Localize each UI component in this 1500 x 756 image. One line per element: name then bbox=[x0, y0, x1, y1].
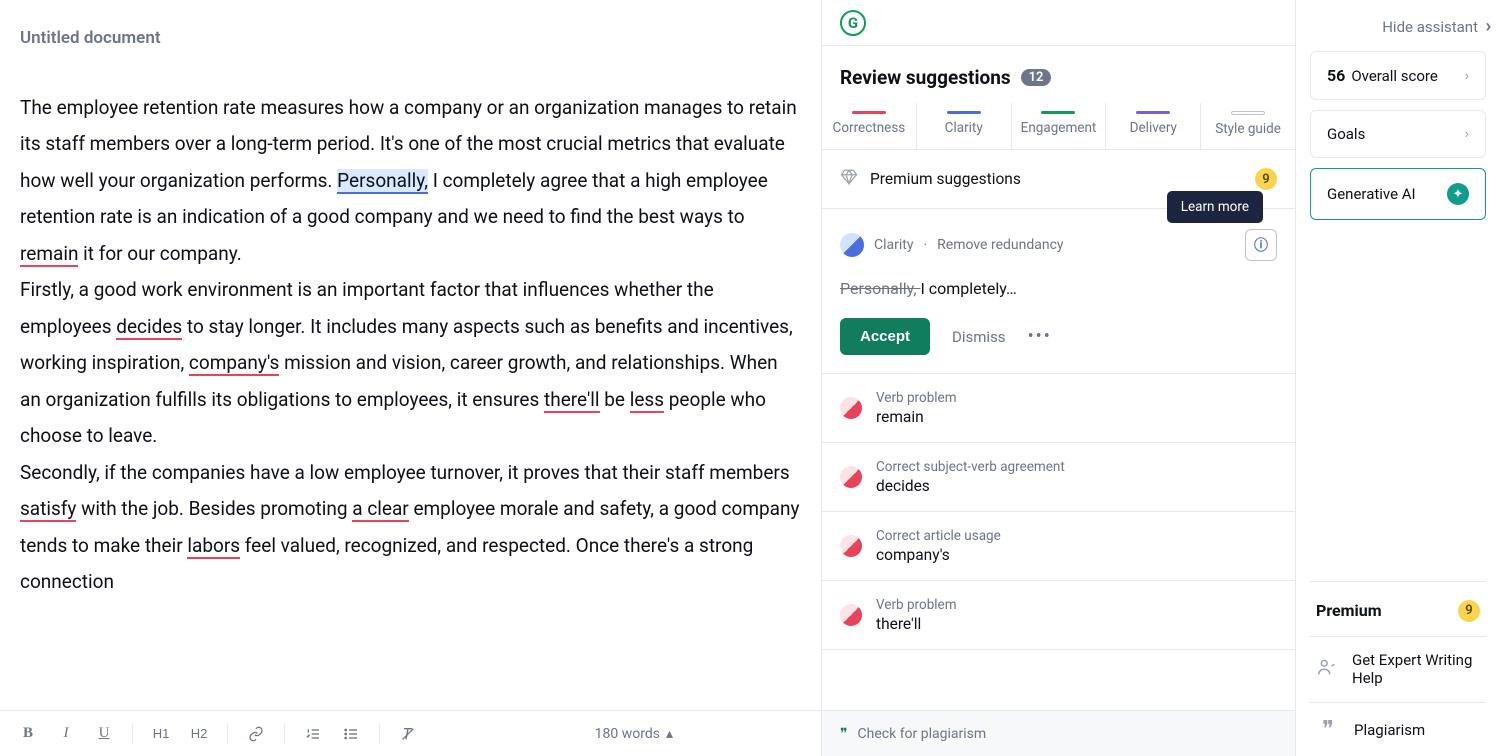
review-suggestions-title: Review suggestions bbox=[840, 66, 1011, 89]
toolbar-separator bbox=[227, 724, 228, 744]
suggestion-item-type: Verb problem bbox=[876, 390, 957, 406]
error-word-a-clear[interactable]: a clear bbox=[352, 497, 408, 522]
numbered-list-icon bbox=[305, 726, 321, 742]
clear-format-icon bbox=[400, 726, 416, 742]
toolbar-separator bbox=[379, 724, 380, 744]
suggestion-category: Clarity bbox=[874, 237, 913, 253]
chevron-right-icon: › bbox=[1465, 68, 1469, 84]
bullet-list-button[interactable] bbox=[341, 724, 361, 744]
suggestion-item-type: Correct article usage bbox=[876, 528, 1001, 544]
suggestion-item[interactable]: Verb problem remain bbox=[822, 374, 1295, 443]
goals-label: Goals bbox=[1327, 125, 1365, 143]
toolbar-separator bbox=[132, 724, 133, 744]
overall-score-label: Overall score bbox=[1351, 67, 1437, 85]
suggestion-item[interactable]: Correct subject-verb agreement decides bbox=[822, 443, 1295, 512]
numbered-list-button[interactable] bbox=[303, 724, 323, 744]
generative-ai-card[interactable]: Generative AI ✦ bbox=[1310, 168, 1486, 220]
grammarly-logo: G bbox=[840, 10, 866, 36]
check-plagiarism-button[interactable]: ❞ Check for plagiarism bbox=[822, 710, 1295, 756]
error-word-remain[interactable]: remain bbox=[20, 242, 78, 267]
link-button[interactable] bbox=[246, 724, 266, 744]
suggestion-after-text: I completely… bbox=[920, 279, 1016, 298]
link-icon bbox=[248, 726, 264, 742]
plagiarism-link[interactable]: ❞ Plagiarism bbox=[1310, 703, 1486, 756]
clear-format-button[interactable] bbox=[398, 724, 418, 744]
suggestion-item-word: there'll bbox=[876, 615, 957, 633]
suggestions-count-badge: 12 bbox=[1021, 69, 1052, 86]
person-icon bbox=[1316, 656, 1338, 683]
suggestion-type: Remove redundancy bbox=[937, 237, 1063, 253]
expanded-suggestion: Learn more Clarity · Remove redundancy ⓘ… bbox=[822, 209, 1295, 374]
h1-button[interactable]: H1 bbox=[151, 724, 171, 744]
learn-more-tooltip: Learn more bbox=[1167, 191, 1263, 223]
premium-suggestions-label: Premium suggestions bbox=[870, 170, 1021, 188]
tab-style-guide[interactable]: Style guide bbox=[1201, 103, 1295, 149]
body-text: be bbox=[600, 388, 630, 411]
suggestion-item-type: Correct subject-verb agreement bbox=[876, 459, 1065, 475]
premium-count-badge: 9 bbox=[1458, 600, 1480, 622]
expert-help-label: Get Expert Writing Help bbox=[1352, 651, 1480, 689]
correctness-dot-icon bbox=[840, 466, 862, 488]
suggestion-item[interactable]: Verb problem there'll bbox=[822, 581, 1295, 650]
error-word-companys[interactable]: company's bbox=[189, 351, 279, 376]
hide-assistant-button[interactable]: Hide assistant ›› bbox=[1310, 16, 1486, 37]
toolbar-separator bbox=[284, 724, 285, 744]
premium-label: Premium bbox=[1316, 601, 1382, 620]
correctness-dot-icon bbox=[840, 535, 862, 557]
quote-icon: ❞ bbox=[1316, 717, 1340, 742]
overall-score-card[interactable]: 56 Overall score › bbox=[1310, 51, 1486, 100]
error-word-therell[interactable]: there'll bbox=[544, 388, 600, 413]
body-text: with the job. Besides promoting bbox=[76, 497, 352, 520]
underline-button[interactable]: U bbox=[94, 724, 114, 744]
ai-lightbulb-icon: ✦ bbox=[1447, 183, 1469, 205]
word-count-text: 180 words bbox=[595, 726, 660, 742]
goals-card[interactable]: Goals › bbox=[1310, 110, 1486, 158]
chevron-right-icon: › bbox=[1465, 126, 1469, 142]
correctness-dot-icon bbox=[840, 604, 862, 626]
h2-button[interactable]: H2 bbox=[189, 724, 209, 744]
generative-ai-label: Generative AI bbox=[1327, 185, 1416, 203]
suggestion-item-type: Verb problem bbox=[876, 597, 957, 613]
tab-correctness[interactable]: Correctness bbox=[822, 103, 917, 149]
premium-suggestions-count: 9 bbox=[1255, 168, 1277, 190]
suggestion-item-word: remain bbox=[876, 408, 957, 426]
chevron-up-icon: ▴ bbox=[666, 726, 673, 742]
word-count[interactable]: 180 words ▴ bbox=[595, 726, 673, 742]
tab-clarity[interactable]: Clarity bbox=[917, 103, 1012, 149]
expert-help-link[interactable]: Get Expert Writing Help bbox=[1310, 637, 1486, 703]
error-word-labors[interactable]: labors bbox=[187, 534, 240, 559]
body-text: it for our company. bbox=[78, 242, 241, 265]
bullet-list-icon bbox=[343, 726, 359, 742]
overall-score-number: 56 bbox=[1327, 66, 1345, 85]
error-word-decides[interactable]: decides bbox=[116, 315, 182, 340]
clarity-dot-icon bbox=[840, 233, 864, 257]
document-body[interactable]: The employee retention rate measures how… bbox=[20, 90, 801, 601]
meta-dot: · bbox=[923, 237, 927, 253]
quote-icon: ❞ bbox=[840, 726, 848, 742]
suggestion-item[interactable]: Correct article usage company's bbox=[822, 512, 1295, 581]
suggestion-strike-text: Personally, bbox=[840, 279, 920, 298]
check-plagiarism-label: Check for plagiarism bbox=[858, 726, 987, 742]
hide-assistant-label: Hide assistant bbox=[1382, 18, 1478, 36]
learn-more-button[interactable]: ⓘ bbox=[1245, 229, 1277, 261]
premium-section[interactable]: Premium 9 bbox=[1316, 600, 1480, 622]
plagiarism-label: Plagiarism bbox=[1354, 721, 1425, 739]
dismiss-button[interactable]: Dismiss bbox=[952, 328, 1006, 346]
tab-engagement[interactable]: Engagement bbox=[1012, 103, 1107, 149]
diamond-icon bbox=[840, 168, 858, 190]
bold-button[interactable]: B bbox=[18, 724, 38, 744]
highlighted-word-personally[interactable]: Personally, bbox=[337, 169, 428, 194]
more-options-button[interactable]: ••• bbox=[1028, 326, 1052, 347]
accept-button[interactable]: Accept bbox=[840, 318, 930, 355]
document-title[interactable]: Untitled document bbox=[20, 28, 801, 48]
suggestion-item-word: decides bbox=[876, 477, 1065, 495]
suggestion-item-word: company's bbox=[876, 546, 1001, 564]
error-word-satisfy[interactable]: satisfy bbox=[20, 497, 76, 522]
error-word-less[interactable]: less bbox=[630, 388, 664, 413]
italic-button[interactable]: I bbox=[56, 724, 76, 744]
body-text: Secondly, if the companies have a low em… bbox=[20, 461, 790, 484]
tab-delivery[interactable]: Delivery bbox=[1106, 103, 1201, 149]
correctness-dot-icon bbox=[840, 397, 862, 419]
